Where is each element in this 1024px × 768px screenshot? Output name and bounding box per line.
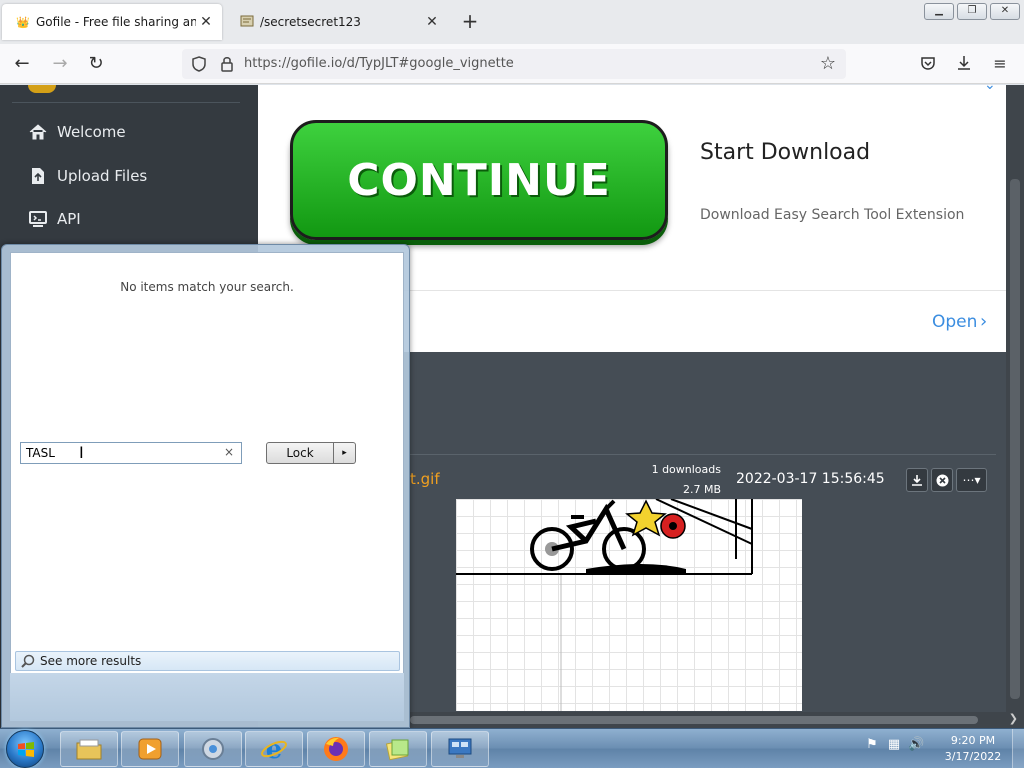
gofile-logo xyxy=(28,85,56,93)
network-icon[interactable]: ▦ xyxy=(886,737,902,755)
lock-button[interactable]: Lock xyxy=(266,442,334,464)
gif-preview-image[interactable] xyxy=(456,499,802,711)
taskbar-remote-desktop[interactable] xyxy=(431,731,489,767)
scrollbar-thumb[interactable] xyxy=(410,716,978,724)
taskbar-control-panel[interactable] xyxy=(184,731,242,767)
remote-desktop-icon xyxy=(448,738,472,758)
taskbar-firefox[interactable] xyxy=(307,731,365,767)
scrollbar-thumb[interactable] xyxy=(1010,179,1020,699)
file-date: 2022-03-17 15:56:45 xyxy=(736,471,885,487)
system-tray: ⚑ ▦ 🔊 xyxy=(864,737,924,755)
horizontal-scrollbar[interactable]: ❯ xyxy=(410,712,1024,728)
search-results-pane: No items match your search. See more res… xyxy=(10,252,404,720)
ad-chevron-icon: ⌄ xyxy=(984,85,996,93)
shutdown-options-arrow[interactable]: ▸ xyxy=(334,442,356,464)
lock-icon[interactable] xyxy=(218,55,236,73)
start-search-input[interactable]: TASL xyxy=(20,442,242,464)
sidebar-item-upload-files[interactable]: Upload Files xyxy=(28,164,147,188)
windows-logo-icon xyxy=(18,742,34,757)
start-menu: No items match your search. See more res… xyxy=(1,244,410,728)
tab-title: Gofile - Free file sharing and sto xyxy=(36,15,196,29)
clock-time: 9:20 PM xyxy=(950,734,996,747)
restore-window-button[interactable]: ❐ xyxy=(957,3,987,20)
delete-file-button[interactable] xyxy=(931,468,953,492)
bike-game-image xyxy=(456,499,753,711)
continue-label: CONTINUE xyxy=(347,154,611,206)
firefox-icon xyxy=(324,737,348,761)
close-circle-icon xyxy=(936,474,948,486)
tracking-shield-icon[interactable] xyxy=(190,55,208,73)
file-name-link[interactable]: t.gif xyxy=(410,470,440,488)
file-download-count: 1 downloads xyxy=(651,463,721,476)
scroll-right-arrow-icon[interactable]: ❯ xyxy=(1009,712,1018,725)
media-player-icon xyxy=(138,738,162,760)
sidebar-divider xyxy=(12,102,240,103)
sidebar-item-welcome[interactable]: Welcome xyxy=(28,120,126,144)
ad-description: Download Easy Search Tool Extension xyxy=(700,207,965,223)
file-upload-icon xyxy=(32,168,44,184)
page-favicon-icon xyxy=(238,15,256,30)
see-more-results-link[interactable]: See more results xyxy=(15,651,400,671)
file-size: 2.7 MB xyxy=(682,483,721,496)
pocket-icon[interactable] xyxy=(917,54,939,76)
navigation-toolbar: ← → ↻ https://gofile.io/d/TypJLT#google_… xyxy=(0,44,1024,84)
sticky-notes-icon xyxy=(385,739,409,761)
api-icon xyxy=(29,211,47,227)
tab-secret[interactable]: /secretsecret123 ✕ xyxy=(226,4,448,40)
url-text: https://gofile.io/d/TypJLT#google_vignet… xyxy=(244,56,514,71)
text-cursor-icon: I xyxy=(79,443,84,462)
control-panel-icon xyxy=(202,738,224,760)
continue-ad-button[interactable]: CONTINUE xyxy=(290,120,668,240)
home-icon xyxy=(29,124,47,140)
sidebar-item-label: Upload Files xyxy=(57,167,148,185)
magnifier-icon xyxy=(21,654,35,668)
tab-strip: 👑 Gofile - Free file sharing and sto ✕ /… xyxy=(0,0,1024,44)
no-results-message: No items match your search. xyxy=(120,280,294,294)
system-clock[interactable]: 9:20 PM 3/17/2022 xyxy=(938,733,1008,765)
reload-icon[interactable]: ↻ xyxy=(82,50,110,78)
internet-explorer-icon: e xyxy=(261,735,287,764)
close-tab-icon[interactable]: ✕ xyxy=(196,14,216,30)
vertical-scrollbar[interactable] xyxy=(1006,85,1024,712)
file-row-divider xyxy=(410,454,996,455)
bookmark-star-icon[interactable]: ☆ xyxy=(820,53,836,74)
chevron-right-icon[interactable]: › xyxy=(980,311,987,332)
download-file-button[interactable] xyxy=(906,468,928,492)
clear-search-icon[interactable]: × xyxy=(224,445,234,459)
forward-arrow-icon[interactable]: → xyxy=(46,50,74,78)
menu-hamburger-icon[interactable]: ≡ xyxy=(989,54,1011,76)
new-tab-button[interactable]: + xyxy=(458,10,482,34)
see-more-label: See more results xyxy=(40,654,142,668)
address-bar[interactable]: https://gofile.io/d/TypJLT#google_vignet… xyxy=(182,49,846,79)
ellipsis-icon: ⋯▾ xyxy=(962,473,981,487)
close-window-button[interactable]: ✕ xyxy=(990,3,1020,20)
crown-favicon-icon: 👑 xyxy=(16,15,30,29)
ad-open-link[interactable]: Open xyxy=(932,312,977,332)
download-icon xyxy=(912,475,922,486)
close-tab-icon[interactable]: ✕ xyxy=(422,14,442,30)
sidebar-item-api[interactable]: API xyxy=(28,207,81,231)
taskbar-internet-explorer[interactable]: e xyxy=(245,731,303,767)
tab-gofile[interactable]: 👑 Gofile - Free file sharing and sto ✕ xyxy=(2,4,222,40)
taskbar-explorer[interactable] xyxy=(60,731,118,767)
start-menu-footer xyxy=(10,673,404,721)
explorer-icon xyxy=(76,739,102,760)
start-button[interactable] xyxy=(6,730,44,768)
svg-text:e: e xyxy=(266,735,283,764)
minimize-window-button[interactable]: ▁ xyxy=(924,3,954,20)
clock-date: 3/17/2022 xyxy=(944,750,1002,763)
taskbar: e ⚑ ▦ 🔊 9:20 PM 3/17/2022 xyxy=(0,728,1024,768)
ad-title[interactable]: Start Download xyxy=(700,140,870,165)
sidebar-item-label: Welcome xyxy=(57,123,126,141)
action-center-flag-icon[interactable]: ⚑ xyxy=(864,737,880,755)
show-desktop-button[interactable] xyxy=(1012,729,1024,768)
tab-title: /secretsecret123 xyxy=(260,15,361,29)
downloads-icon[interactable] xyxy=(953,54,975,76)
more-options-button[interactable]: ⋯▾ xyxy=(956,468,987,492)
taskbar-sticky-notes[interactable] xyxy=(369,731,427,767)
taskbar-media-player[interactable] xyxy=(121,731,179,767)
sidebar-item-label: API xyxy=(57,210,81,228)
back-arrow-icon[interactable]: ← xyxy=(8,50,36,78)
volume-icon[interactable]: 🔊 xyxy=(908,737,924,755)
